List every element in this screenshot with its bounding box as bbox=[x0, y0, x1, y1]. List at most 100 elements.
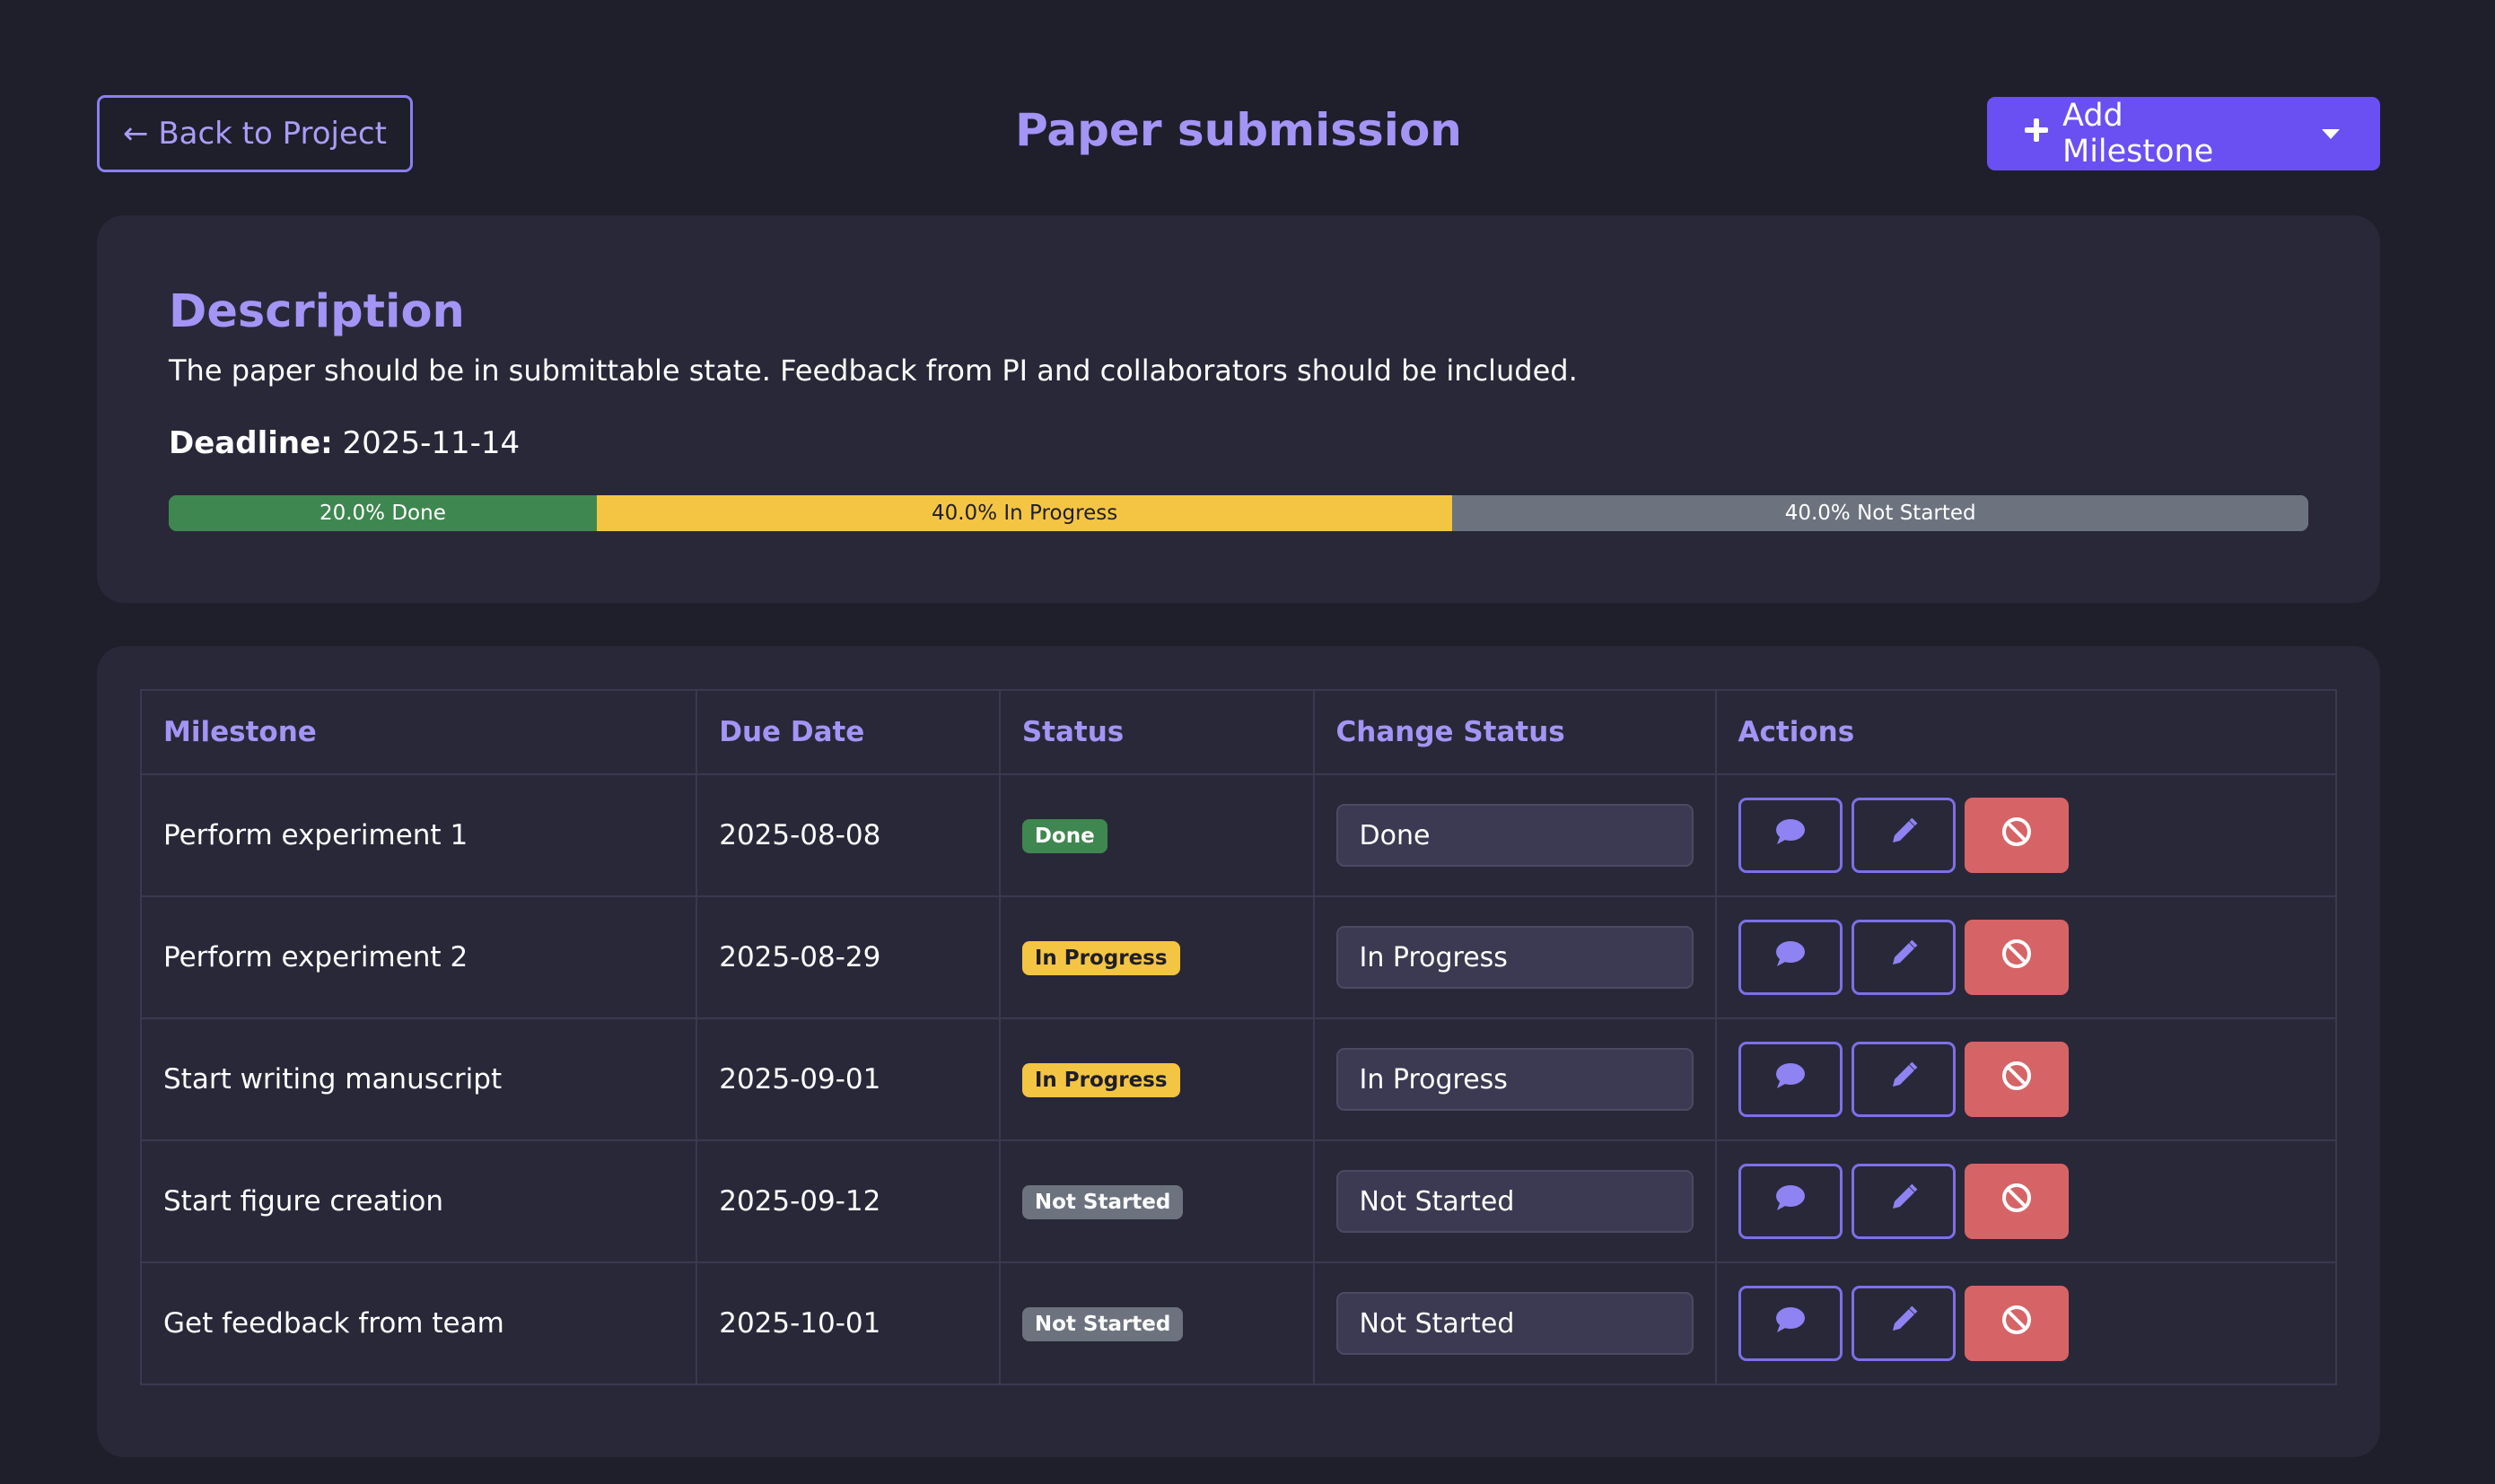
table-row: Perform experiment 1 2025-08-08 Done Don… bbox=[139, 773, 2338, 897]
deadline: Deadline: 2025-11-14 bbox=[169, 425, 520, 461]
status-badge: In Progress bbox=[1021, 941, 1180, 975]
table-row: Get feedback from team 2025-10-01 Not St… bbox=[139, 1261, 2338, 1385]
change-status-cell: In Progress bbox=[1312, 895, 1717, 1019]
table-header-row: Milestone Due Date Status Change Status … bbox=[139, 689, 2338, 775]
edit-button[interactable] bbox=[1851, 798, 1956, 873]
pencil-icon bbox=[1887, 938, 1920, 977]
due-date-text: 2025-10-01 bbox=[719, 1307, 881, 1340]
change-status-value: Not Started bbox=[1359, 1307, 1515, 1340]
back-button-label: ← Back to Project bbox=[123, 116, 387, 152]
delete-button[interactable] bbox=[1964, 920, 2069, 995]
column-header-milestone: Milestone bbox=[139, 689, 698, 775]
ban-icon bbox=[2000, 1060, 2033, 1099]
add-milestone-button[interactable]: Add Milestone bbox=[1987, 97, 2281, 170]
comment-button[interactable] bbox=[1738, 920, 1843, 995]
milestone-text: Start figure creation bbox=[163, 1185, 443, 1218]
change-status-select[interactable]: In Progress bbox=[1335, 926, 1694, 989]
milestone-name: Perform experiment 2 bbox=[139, 895, 698, 1019]
change-status-cell: In Progress bbox=[1312, 1017, 1717, 1141]
change-status-select[interactable]: In Progress bbox=[1335, 1048, 1694, 1111]
progress-segment-done: 20.0% Done bbox=[169, 495, 597, 531]
pencil-icon bbox=[1887, 1182, 1920, 1221]
delete-button[interactable] bbox=[1964, 1042, 2069, 1117]
status-cell: In Progress bbox=[998, 1017, 1315, 1141]
progress-bar: 20.0% Done 40.0% In Progress 40.0% Not S… bbox=[169, 495, 2308, 531]
comment-button[interactable] bbox=[1738, 1164, 1843, 1239]
comment-icon bbox=[1774, 817, 1807, 853]
due-date: 2025-08-29 bbox=[696, 895, 1001, 1019]
due-date: 2025-09-01 bbox=[696, 1017, 1001, 1141]
ban-icon bbox=[2000, 1304, 2033, 1343]
deadline-value: 2025-11-14 bbox=[342, 425, 521, 461]
comment-icon bbox=[1774, 1183, 1807, 1219]
milestone-text: Perform experiment 1 bbox=[163, 819, 468, 851]
change-status-value: Not Started bbox=[1359, 1185, 1515, 1218]
column-header-due-date: Due Date bbox=[696, 689, 1001, 775]
due-date-text: 2025-08-29 bbox=[719, 941, 881, 973]
change-status-select[interactable]: Not Started bbox=[1335, 1292, 1694, 1355]
table-row: Perform experiment 2 2025-08-29 In Progr… bbox=[139, 895, 2338, 1019]
ban-icon bbox=[2000, 938, 2033, 977]
delete-button[interactable] bbox=[1964, 1286, 2069, 1361]
change-status-cell: Not Started bbox=[1312, 1139, 1717, 1263]
status-badge: Not Started bbox=[1021, 1307, 1184, 1341]
progress-segment-in-progress: 40.0% In Progress bbox=[596, 495, 1453, 531]
due-date-text: 2025-09-12 bbox=[719, 1185, 881, 1218]
change-status-cell: Not Started bbox=[1312, 1261, 1717, 1385]
edit-button[interactable] bbox=[1851, 1286, 1956, 1361]
pencil-icon bbox=[1887, 1304, 1920, 1343]
change-status-select[interactable]: Done bbox=[1335, 804, 1694, 867]
milestone-name: Get feedback from team bbox=[139, 1261, 698, 1385]
status-badge: Not Started bbox=[1021, 1185, 1184, 1219]
add-milestone-label: Add Milestone bbox=[2062, 98, 2214, 170]
milestone-text: Start writing manuscript bbox=[163, 1063, 503, 1096]
due-date-text: 2025-09-01 bbox=[719, 1063, 881, 1096]
change-status-select[interactable]: Not Started bbox=[1335, 1170, 1694, 1233]
change-status-cell: Done bbox=[1312, 773, 1717, 897]
column-header-actions: Actions bbox=[1714, 689, 2338, 775]
actions-cell bbox=[1714, 773, 2338, 897]
actions-cell bbox=[1714, 1139, 2338, 1263]
delete-button[interactable] bbox=[1964, 1164, 2069, 1239]
edit-button[interactable] bbox=[1851, 1042, 1956, 1117]
due-date: 2025-09-12 bbox=[696, 1139, 1001, 1263]
status-cell: Done bbox=[998, 773, 1315, 897]
milestone-name: Start figure creation bbox=[139, 1139, 698, 1263]
row-actions bbox=[1738, 920, 2314, 995]
comment-icon bbox=[1774, 1305, 1807, 1341]
comment-button[interactable] bbox=[1738, 798, 1843, 873]
plus-icon bbox=[2023, 116, 2050, 152]
description-text: The paper should be in submittable state… bbox=[169, 354, 1578, 388]
column-header-status: Status bbox=[998, 689, 1315, 775]
page-header: ← Back to Project Paper submission Add M… bbox=[97, 95, 2380, 172]
add-milestone-button-group: Add Milestone bbox=[1987, 97, 2380, 170]
status-cell: Not Started bbox=[998, 1261, 1315, 1385]
pencil-icon bbox=[1887, 1060, 1920, 1099]
table-row: Start writing manuscript 2025-09-01 In P… bbox=[139, 1017, 2338, 1141]
row-actions bbox=[1738, 1286, 2314, 1361]
change-status-value: In Progress bbox=[1359, 941, 1508, 973]
change-status-value: In Progress bbox=[1359, 1063, 1508, 1096]
progress-segment-not-started: 40.0% Not Started bbox=[1452, 495, 2308, 531]
comment-button[interactable] bbox=[1738, 1042, 1843, 1117]
delete-button[interactable] bbox=[1964, 798, 2069, 873]
milestone-name: Perform experiment 1 bbox=[139, 773, 698, 897]
milestone-text: Get feedback from team bbox=[163, 1307, 504, 1340]
back-to-project-button[interactable]: ← Back to Project bbox=[97, 95, 413, 172]
column-header-change-status: Change Status bbox=[1312, 689, 1717, 775]
comment-button[interactable] bbox=[1738, 1286, 1843, 1361]
edit-button[interactable] bbox=[1851, 1164, 1956, 1239]
ban-icon bbox=[2000, 816, 2033, 855]
edit-button[interactable] bbox=[1851, 920, 1956, 995]
status-badge: Done bbox=[1021, 819, 1107, 853]
due-date: 2025-10-01 bbox=[696, 1261, 1001, 1385]
add-milestone-dropdown-toggle[interactable] bbox=[2281, 97, 2380, 170]
description-heading: Description bbox=[169, 285, 465, 338]
status-cell: In Progress bbox=[998, 895, 1315, 1019]
milestones-table: Milestone Due Date Status Change Status … bbox=[139, 689, 2338, 1385]
ban-icon bbox=[2000, 1182, 2033, 1221]
due-date: 2025-08-08 bbox=[696, 773, 1001, 897]
description-card: Description The paper should be in submi… bbox=[97, 215, 2380, 603]
actions-cell bbox=[1714, 1017, 2338, 1141]
milestone-text: Perform experiment 2 bbox=[163, 941, 468, 973]
